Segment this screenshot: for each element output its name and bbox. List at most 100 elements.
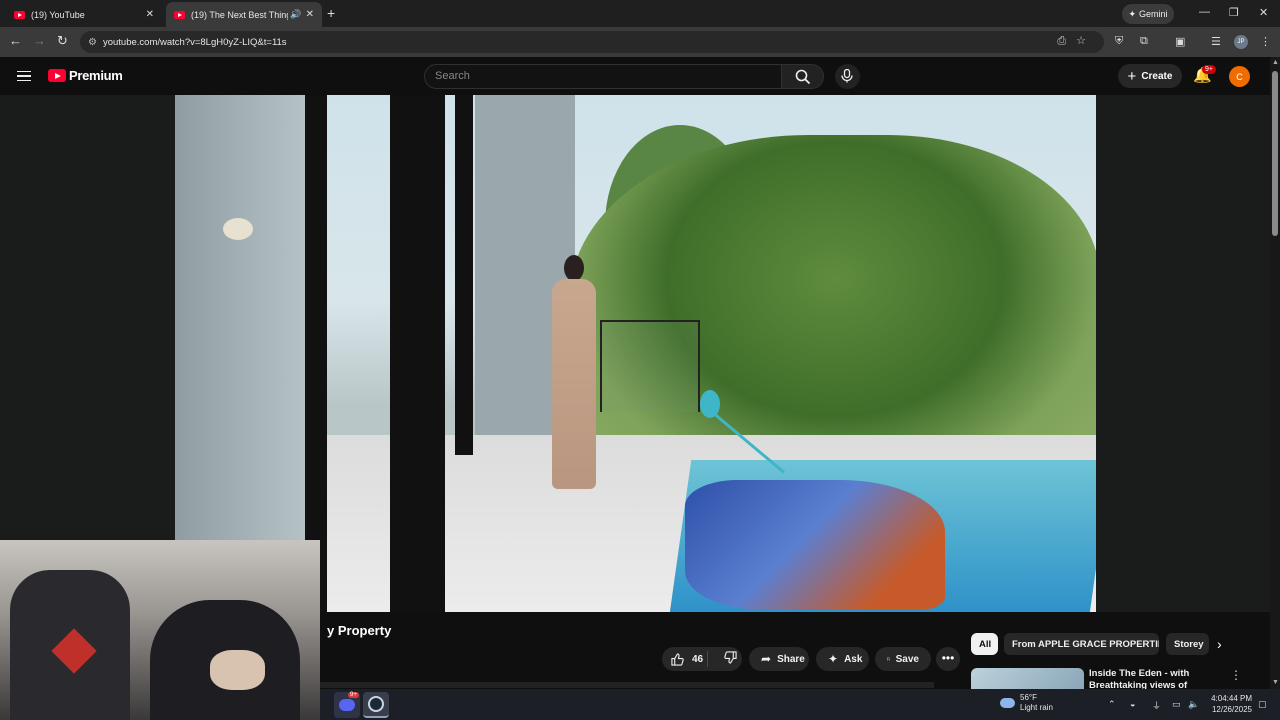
- glass-railing: [600, 320, 700, 412]
- recommendation-title[interactable]: Inside The Eden - with Breathtaking view…: [1089, 668, 1214, 690]
- chip-from-channel[interactable]: From APPLE GRACE PROPERTIES: [1004, 633, 1159, 655]
- browser-tab-strip: (19) YouTube ✕ (19) The Next Best Thing!…: [0, 0, 1280, 27]
- speaker-icon[interactable]: 🔊: [290, 9, 301, 20]
- clock-date: 12/26/2025: [1211, 705, 1252, 714]
- notification-center-icon[interactable]: ▢: [1258, 699, 1267, 710]
- media-control-icon[interactable]: ☰: [1211, 35, 1221, 48]
- gemini-button[interactable]: ✦ Gemini: [1122, 4, 1174, 24]
- webcam-overlay: [0, 540, 320, 720]
- chevron-right-icon[interactable]: ›: [1217, 636, 1222, 652]
- mic-icon: [841, 69, 853, 83]
- usb-icon[interactable]: ⏚: [1152, 699, 1161, 712]
- bookmark-icon: [887, 657, 890, 661]
- ellipsis-icon: •••: [941, 651, 955, 665]
- network-icon[interactable]: ◒: [1130, 699, 1135, 709]
- youtube-masthead: Premium Search + Create 🔔 9+ C: [0, 57, 1270, 95]
- sparkle-icon: ✦: [1128, 8, 1137, 19]
- thumbs-up-icon: [671, 652, 684, 666]
- window-frame: [455, 95, 473, 455]
- share-label: Share: [777, 653, 805, 665]
- kebab-menu-icon[interactable]: ⋮: [1260, 35, 1271, 48]
- minimize-button[interactable]: —: [1199, 6, 1210, 18]
- youtube-brand[interactable]: Premium: [69, 68, 123, 83]
- new-tab-button[interactable]: +: [327, 5, 335, 21]
- tab-youtube-home[interactable]: (19) YouTube ✕: [6, 2, 162, 27]
- close-window-button[interactable]: ✕: [1259, 6, 1268, 19]
- share-button[interactable]: ➦ Share: [749, 647, 809, 671]
- back-arrow-icon[interactable]: ←: [9, 33, 22, 48]
- steam-logo: [368, 696, 384, 712]
- kebab-menu-icon[interactable]: ⋮: [1230, 668, 1242, 682]
- volume-icon[interactable]: 🔈: [1188, 699, 1199, 710]
- browser-profile-avatar[interactable]: JP: [1234, 35, 1248, 49]
- weather-temp: 56°F: [1020, 693, 1037, 702]
- scrollbar-thumb[interactable]: [1272, 71, 1278, 236]
- bookmark-star-icon[interactable]: ☆: [1076, 35, 1096, 47]
- search-button[interactable]: [781, 64, 824, 89]
- cast-icon[interactable]: ▣: [1175, 35, 1185, 48]
- forward-arrow-icon[interactable]: →: [33, 33, 46, 48]
- save-label: Save: [895, 653, 919, 665]
- create-button[interactable]: + Create: [1118, 64, 1182, 88]
- restore-button[interactable]: ❐: [1229, 6, 1239, 19]
- browser-toolbar: ← → ↻ ⚙ youtube.com/watch?v=8LgH0yZ-LIQ&…: [0, 27, 1280, 57]
- extensions-puzzle-icon[interactable]: ⧉: [1140, 35, 1148, 48]
- steam-taskbar-icon[interactable]: [363, 692, 389, 718]
- thumbs-down-icon: [724, 651, 737, 664]
- url-text: youtube.com/watch?v=8LgH0yZ-LIQ&t=11s: [102, 36, 287, 48]
- video-title: y Property: [327, 623, 392, 638]
- sparkle-icon: ✦: [828, 652, 839, 666]
- close-tab-icon[interactable]: ✕: [306, 9, 314, 20]
- more-actions-button[interactable]: •••: [936, 647, 960, 671]
- share-icon: ➦: [761, 652, 772, 666]
- pool-net: [700, 390, 720, 418]
- scroll-up-icon[interactable]: ▲: [1272, 59, 1279, 66]
- discord-logo: [339, 699, 355, 711]
- dislike-button[interactable]: [714, 651, 737, 667]
- tab-title: (19) YouTube: [31, 9, 85, 20]
- like-button[interactable]: 46: [662, 651, 708, 667]
- search-input[interactable]: Search: [424, 64, 782, 89]
- site-info-icon[interactable]: ⚙: [88, 37, 97, 48]
- hamburger-menu-icon[interactable]: [17, 71, 31, 81]
- glass-wall: [175, 95, 310, 612]
- youtube-favicon-icon: [174, 10, 185, 19]
- plus-icon: +: [1127, 67, 1137, 85]
- youtube-logo-icon[interactable]: [48, 69, 66, 82]
- display-icon[interactable]: ▭: [1172, 699, 1181, 710]
- create-label: Create: [1141, 70, 1173, 82]
- weather-widget[interactable]: 56°F Light rain: [1000, 693, 1053, 713]
- chip-all[interactable]: All: [971, 633, 998, 655]
- account-avatar[interactable]: C: [1229, 66, 1250, 87]
- clock-time: 4:04:44 PM: [1211, 694, 1252, 703]
- install-app-icon[interactable]: ⎙: [1057, 35, 1076, 47]
- scroll-down-icon[interactable]: ▼: [1272, 679, 1279, 686]
- save-button[interactable]: Save: [875, 647, 931, 671]
- recommendation-thumbnail[interactable]: [971, 668, 1084, 690]
- discord-badge: 9+: [348, 692, 359, 698]
- youtube-favicon-icon: [14, 10, 25, 19]
- page-scrollbar[interactable]: ▲ ▼: [1270, 57, 1280, 689]
- chevron-up-icon[interactable]: ⌃: [1108, 699, 1116, 710]
- close-tab-icon[interactable]: ✕: [146, 9, 154, 20]
- gemini-label: Gemini: [1139, 9, 1168, 19]
- address-bar[interactable]: ⚙ youtube.com/watch?v=8LgH0yZ-LIQ&t=11s …: [80, 31, 1104, 53]
- video-frame: [175, 95, 1096, 612]
- address-bar-actions[interactable]: ⎙☆: [1057, 34, 1096, 48]
- notification-badge: 9+: [1202, 65, 1216, 74]
- pool-tarp: [685, 480, 945, 610]
- ask-button[interactable]: ✦ Ask: [816, 647, 869, 671]
- person-head: [564, 255, 584, 281]
- streamer-face: [210, 650, 265, 690]
- like-count: 46: [692, 653, 704, 665]
- taskbar-clock[interactable]: 4:04:44 PM 12/26/2025: [1208, 693, 1252, 715]
- reload-icon[interactable]: ↻: [57, 33, 68, 49]
- voice-search-button[interactable]: [835, 64, 860, 89]
- shield-extension-icon[interactable]: ⛨: [1115, 35, 1123, 48]
- video-player[interactable]: [0, 95, 1270, 612]
- ask-label: Ask: [844, 653, 863, 665]
- tab-video[interactable]: (19) The Next Best Thing! Si 🔊 ✕: [166, 2, 322, 27]
- chip-storey[interactable]: Storey: [1166, 633, 1209, 655]
- door-frame: [390, 95, 445, 612]
- weather-text: 56°F Light rain: [1020, 693, 1053, 713]
